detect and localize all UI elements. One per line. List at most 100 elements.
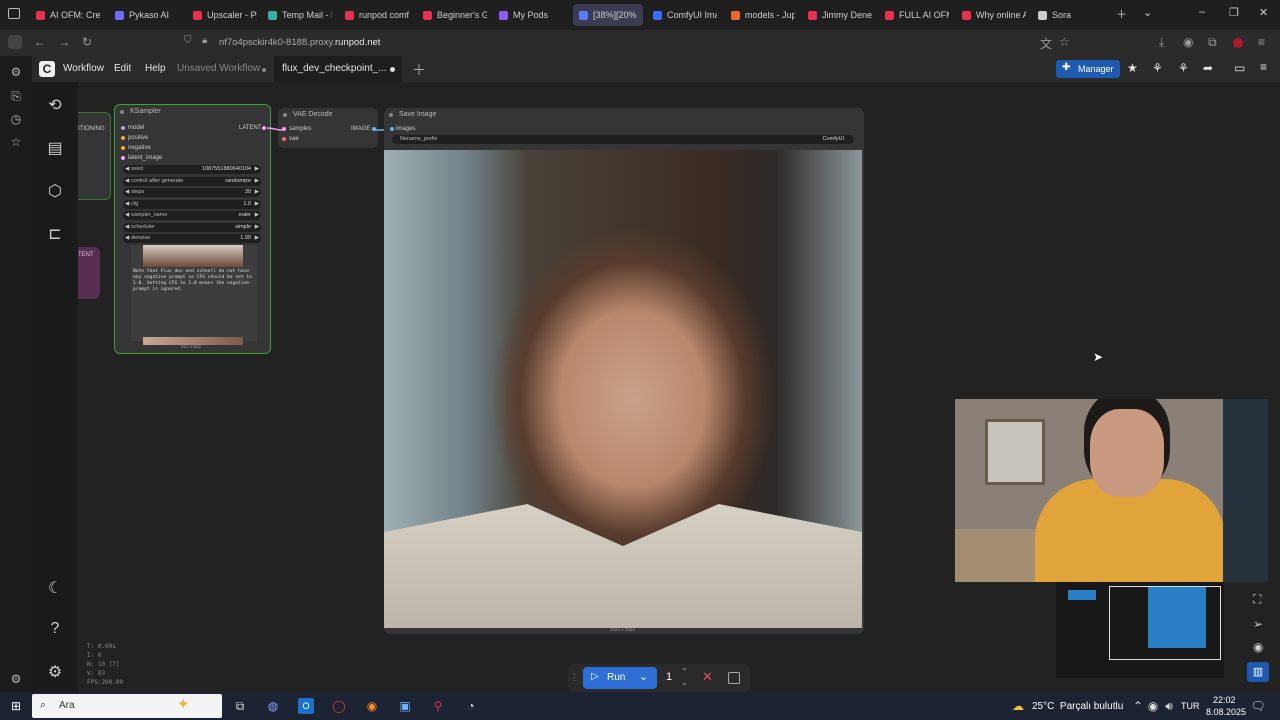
minimize-icon[interactable]: – — [1199, 6, 1205, 18]
widget-denoise[interactable]: ◀ denoise 1.00 ▶ — [123, 234, 261, 243]
outlook-icon[interactable]: O — [298, 698, 314, 714]
task-view-icon[interactable]: ⧉ — [232, 698, 248, 714]
discord-icon[interactable]: ◍ — [265, 698, 281, 714]
browser-tab[interactable]: Sora — [1038, 4, 1102, 26]
tray-chevron-icon[interactable]: ⌃ — [1130, 698, 1146, 714]
save-image-node[interactable]: Save Image images filename_prefix ComfyU… — [384, 108, 864, 634]
widget-steps[interactable]: ◀ steps 30 ▶ — [123, 188, 261, 197]
decrement-arrow-icon[interactable]: ◀ — [125, 211, 129, 220]
tray-app-icon[interactable]: ◉ — [1145, 698, 1161, 714]
settings-gear-icon[interactable]: ⚙ — [9, 65, 23, 79]
toggle-links-icon[interactable]: ◉ — [1253, 640, 1263, 654]
run-dropdown-icon[interactable]: ⌄ — [639, 670, 648, 683]
app-window-icon[interactable]: ▣ — [397, 698, 413, 714]
node-library-icon[interactable]: ▤ — [46, 138, 64, 158]
vpn-icon[interactable]: ◉ — [1183, 35, 1193, 49]
browser-tab[interactable]: [38%][20%✕ — [573, 4, 643, 26]
browser-tab[interactable]: Jimmy Denero — [808, 4, 872, 26]
manager-button[interactable]: ✚ Manager — [1056, 60, 1120, 78]
menu-help[interactable]: Help — [145, 63, 166, 74]
reload-icon[interactable]: ↻ — [82, 35, 92, 49]
hamburger-menu-icon[interactable]: ≡ — [1260, 60, 1267, 74]
language-indicator[interactable]: TUR — [1181, 701, 1200, 711]
decrement-arrow-icon[interactable]: ◀ — [125, 234, 129, 243]
menu-workflow[interactable]: Workflow — [63, 63, 104, 74]
tab-flux-dev-checkpoint[interactable]: flux_dev_checkpoint_... — [282, 63, 387, 74]
run-button[interactable]: ▷ Run ⌄ — [583, 667, 657, 689]
close-window-icon[interactable]: ✕ — [1259, 6, 1268, 19]
select-tool-icon[interactable]: ➢ — [1253, 617, 1263, 631]
history-icon[interactable]: ◷ — [9, 112, 23, 126]
model-library-icon[interactable]: ⬡ — [46, 181, 64, 201]
translate-icon[interactable]: 文 — [1040, 35, 1052, 52]
extensions-icon[interactable]: ⧉ — [1208, 35, 1217, 50]
decrement-arrow-icon[interactable]: ◀ — [125, 177, 129, 186]
comfy-settings-icon[interactable]: ⚙ — [46, 662, 64, 682]
favorites-icon[interactable]: ☆ — [9, 135, 23, 149]
taskbar-search[interactable]: ⌕ Ara ✦ — [32, 694, 222, 718]
ublock-icon[interactable] — [1233, 38, 1243, 48]
tab-unsaved-workflow[interactable]: Unsaved Workflow — [177, 63, 260, 74]
share-graph-icon[interactable]: ⚘ — [1152, 61, 1163, 75]
opera-icon[interactable]: ◯ — [331, 698, 347, 714]
output-image[interactable] — [384, 150, 862, 628]
tracking-shield-icon[interactable]: ⛉ — [184, 35, 192, 46]
comfy-logo[interactable]: C — [39, 61, 55, 77]
sidebar-toggle-icon[interactable] — [8, 35, 22, 49]
queue-history-icon[interactable]: ⟲ — [46, 95, 64, 115]
back-icon[interactable]: ← — [34, 35, 46, 49]
fit-view-icon[interactable]: ⛶ — [1253, 592, 1261, 607]
browser-tab[interactable]: Pykaso AI — [115, 4, 179, 26]
add-workflow-tab-icon[interactable]: ＋ — [412, 60, 426, 80]
browser-tab[interactable]: runpod comfy — [345, 4, 409, 26]
help-icon[interactable]: ? — [46, 620, 64, 638]
latent-node-partial[interactable]: TENT — [78, 247, 100, 299]
widget-control-after-generate[interactable]: ◀ control after generate randomize ▶ — [123, 176, 261, 186]
minimap-toggle-icon[interactable]: ▥ — [1247, 662, 1269, 682]
clock-date[interactable]: 8.08.2025 — [1206, 707, 1246, 717]
windows-start-icon[interactable]: ⊞ — [8, 698, 24, 714]
graph-canvas[interactable]: ITIONING TENT KSampler model positive ne… — [78, 82, 1280, 692]
maximize-icon[interactable]: ❐ — [1229, 6, 1239, 19]
star-icon[interactable]: ★ — [1127, 61, 1138, 75]
increment-arrow-icon[interactable]: ▶ — [255, 165, 259, 174]
widget-sampler-name[interactable]: ◀ sampler_name euler ▶ — [123, 211, 261, 220]
browser-tab[interactable]: models - Jupy — [731, 4, 795, 26]
increment-arrow-icon[interactable]: ▶ — [255, 200, 259, 209]
increment-arrow-icon[interactable]: ▶ — [255, 211, 259, 220]
browser-tab[interactable]: My Pods — [499, 4, 563, 26]
maps-pin-icon[interactable]: ⚲ — [430, 698, 446, 714]
browser-tab[interactable]: ComfyUI Imag — [653, 4, 717, 26]
new-tab-icon[interactable]: ＋ — [1116, 6, 1127, 22]
widget-seed[interactable]: ◀ seed 1087551880640104 ▶ — [123, 165, 261, 174]
widget-scheduler[interactable]: ◀ scheduler simple ▶ — [123, 222, 261, 232]
bookmark-star-icon[interactable]: ☆ — [1059, 35, 1070, 49]
widget-cfg[interactable]: ◀ cfg 1.0 ▶ — [123, 199, 261, 209]
input-socket-images[interactable] — [390, 127, 394, 131]
firefox-icon[interactable]: ◉ — [364, 698, 380, 714]
tab-actions-icon[interactable] — [8, 8, 20, 19]
minimap[interactable] — [1056, 582, 1224, 678]
download-icon[interactable]: ⤓ — [1159, 35, 1164, 50]
browser-tab[interactable]: Beginner's Gu — [423, 4, 487, 26]
clock-time[interactable]: 22:02 — [1213, 695, 1236, 705]
increment-arrow-icon[interactable]: ▶ — [255, 177, 259, 186]
browser-tab[interactable]: Temp Mail - D — [268, 4, 332, 26]
decrement-arrow-icon[interactable]: ◀ — [125, 188, 129, 197]
queue-stop-icon[interactable] — [728, 672, 740, 684]
increment-arrow-icon[interactable]: ▶ — [255, 234, 259, 243]
export-icon[interactable]: ⚘ — [1178, 61, 1189, 75]
weather-text[interactable]: 25°C Parçalı bulutlu — [1032, 701, 1123, 712]
url-field[interactable]: nf7o4psckir4k0-8188.proxy.runpod.net — [219, 33, 1119, 53]
theme-moon-icon[interactable]: ☾ — [46, 578, 64, 598]
browser-tab[interactable]: AI OFM: Crea — [36, 4, 100, 26]
decrement-arrow-icon[interactable]: ◀ — [125, 165, 129, 174]
share-icon[interactable]: ➦ — [1203, 61, 1213, 75]
browser-tab[interactable]: FULL AI OFM — [885, 4, 949, 26]
chrome-icon[interactable]: ◔ — [463, 698, 479, 714]
lock-icon[interactable]: 🔒︎ — [202, 35, 207, 46]
increment-arrow-icon[interactable]: ▶ — [255, 223, 259, 232]
filename-prefix-field[interactable]: filename_prefix ComfyUI — [392, 135, 854, 144]
downloads-icon[interactable]: ⎘ — [9, 89, 23, 103]
workflows-folder-icon[interactable]: ⊏ — [46, 224, 64, 244]
